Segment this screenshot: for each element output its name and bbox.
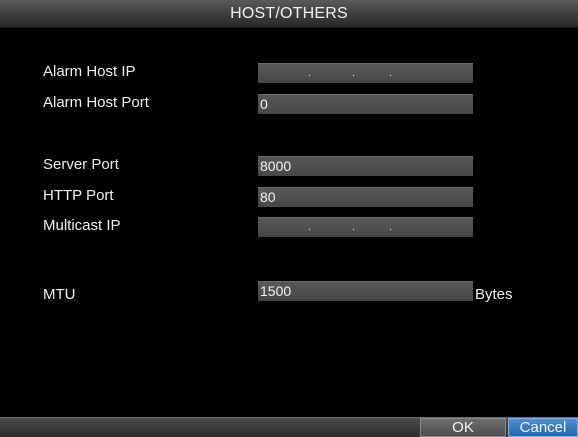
server-port-value: 8000	[260, 158, 292, 174]
mtu-unit: Bytes	[475, 286, 513, 303]
mtu-label: MTU	[43, 286, 76, 303]
alarm-host-port-value: 0	[260, 96, 268, 112]
alarm-host-port-field[interactable]: 0	[258, 94, 473, 114]
alarm-host-port-label: Alarm Host Port	[43, 94, 149, 111]
ip-separator: .	[352, 221, 356, 233]
http-port-value: 80	[260, 189, 276, 205]
ip-separator: .	[308, 221, 312, 233]
ok-button[interactable]: OK	[420, 418, 506, 437]
server-port-field[interactable]: 8000	[258, 156, 473, 176]
host-others-dialog: HOST/OTHERS Alarm Host IP . . . Alarm Ho…	[0, 0, 578, 437]
ip-separator: .	[389, 221, 393, 233]
mtu-value: 1500	[260, 283, 292, 299]
ip-separator: .	[389, 67, 393, 79]
http-port-field[interactable]: 80	[258, 187, 473, 207]
dialog-title: HOST/OTHERS	[230, 5, 348, 22]
multicast-ip-label: Multicast IP	[43, 217, 121, 234]
http-port-label: HTTP Port	[43, 187, 114, 204]
cancel-button[interactable]: Cancel	[508, 418, 578, 437]
title-bar: HOST/OTHERS	[0, 0, 578, 28]
server-port-label: Server Port	[43, 156, 119, 173]
ip-separator: .	[352, 67, 356, 79]
mtu-field[interactable]: 1500	[258, 281, 473, 301]
ip-separator: .	[308, 67, 312, 79]
alarm-host-ip-label: Alarm Host IP	[43, 63, 136, 80]
alarm-host-ip-field[interactable]: . . .	[258, 63, 473, 83]
multicast-ip-field[interactable]: . . .	[258, 217, 473, 237]
